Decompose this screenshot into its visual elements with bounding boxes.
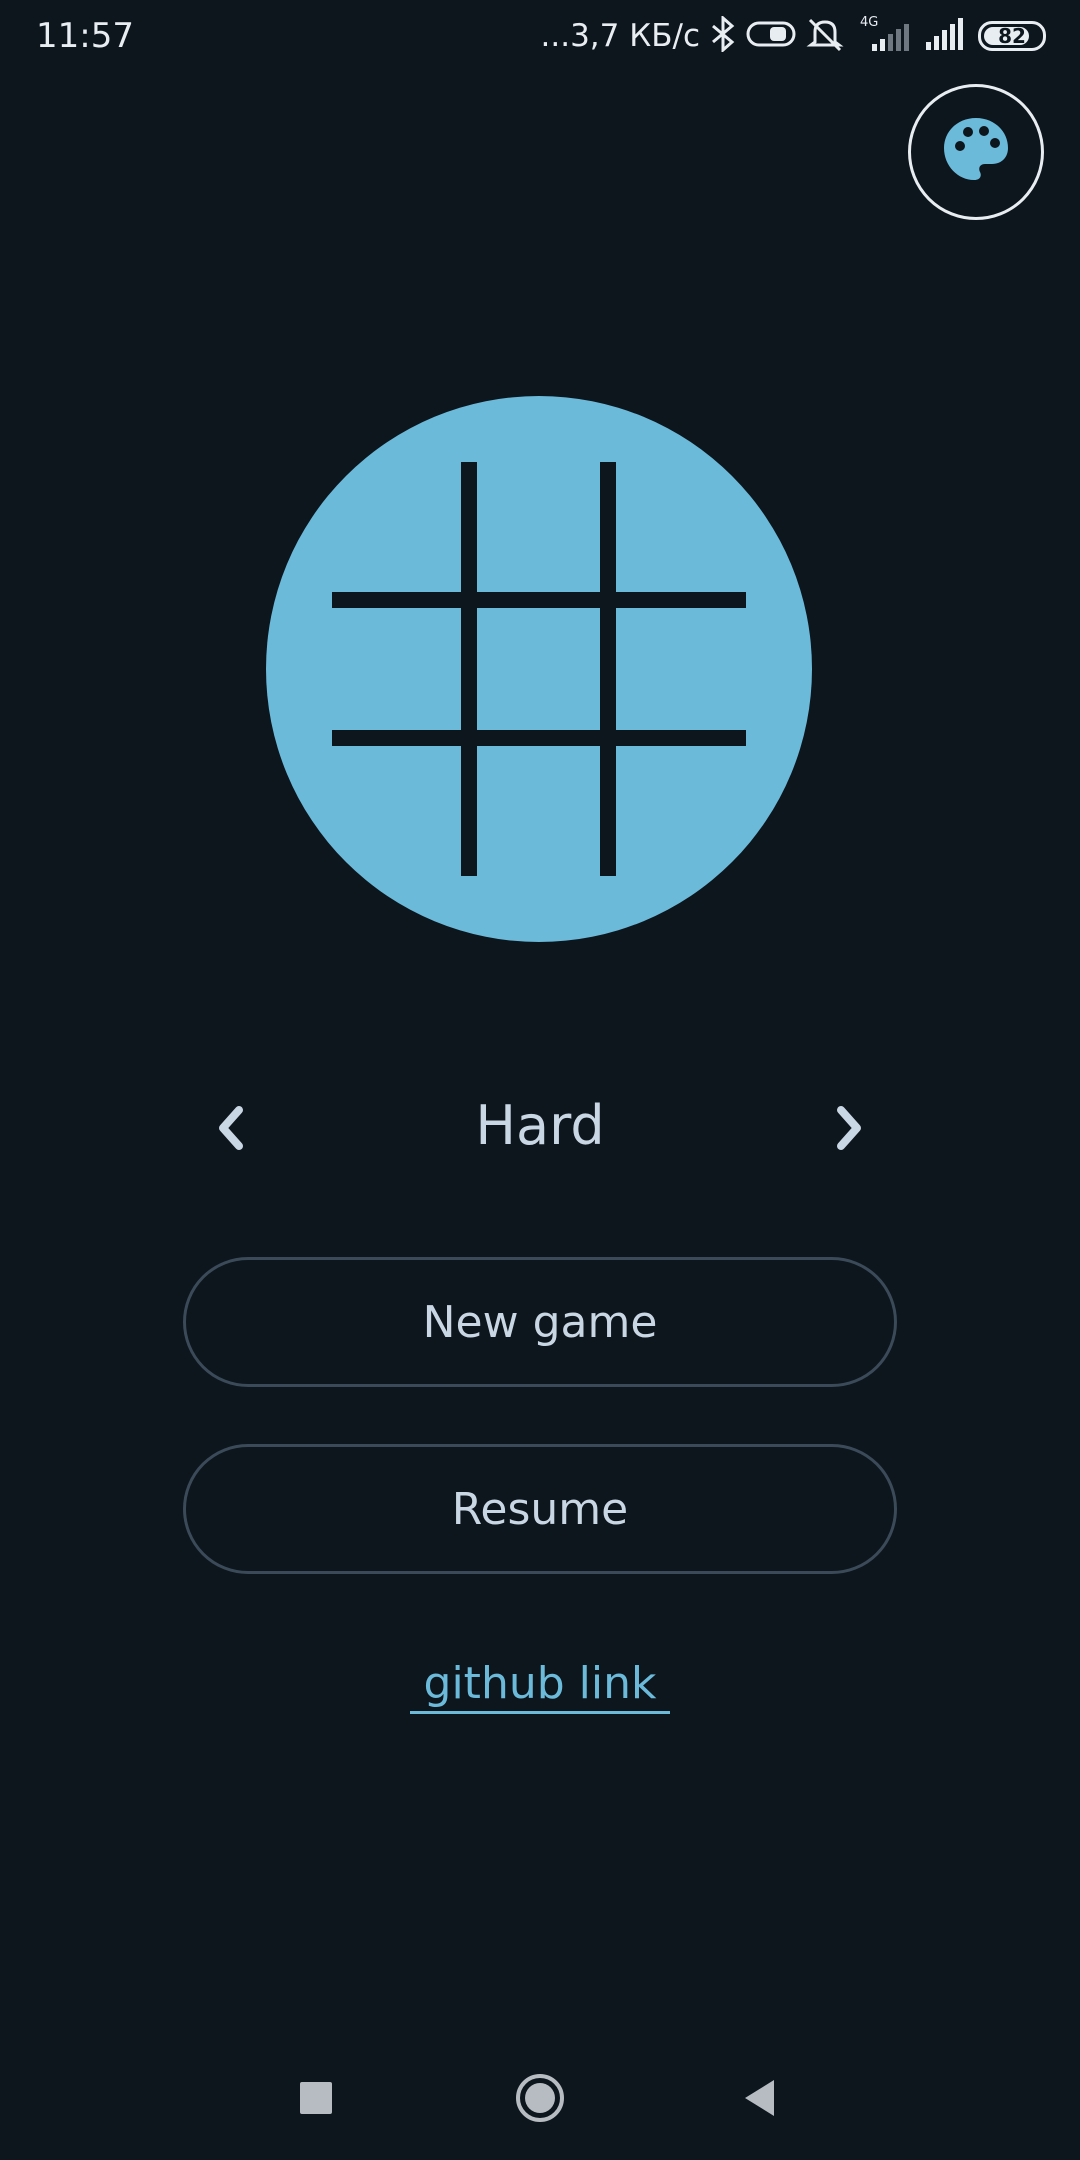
signal-4g-icon: 4G xyxy=(854,14,914,58)
github-link-container: github link xyxy=(0,1658,1080,1714)
circle-icon xyxy=(514,2072,566,2128)
tic-tac-toe-grid-icon xyxy=(266,396,812,942)
grid-line xyxy=(332,730,746,746)
grid-line xyxy=(332,592,746,608)
toggle-icon xyxy=(746,19,796,53)
battery-icon: 82 xyxy=(978,21,1046,51)
signal-icon xyxy=(924,16,968,56)
chevron-left-icon xyxy=(213,1104,247,1156)
recents-button[interactable] xyxy=(286,2070,346,2130)
status-bar: 11:57 ...3,7 КБ/с 4G 82 xyxy=(0,0,1080,75)
back-button[interactable] xyxy=(730,2070,790,2130)
network-type-label: 4G xyxy=(860,15,878,30)
triangle-back-icon xyxy=(742,2078,778,2122)
square-icon xyxy=(299,2081,333,2119)
github-link[interactable]: github link xyxy=(409,1658,671,1714)
grid-line xyxy=(600,462,616,876)
bluetooth-icon xyxy=(710,14,736,56)
difficulty-label: Hard xyxy=(475,1094,605,1157)
next-difficulty-button[interactable] xyxy=(820,1100,880,1160)
status-icons: ...3,7 КБ/с 4G 82 xyxy=(541,14,1046,58)
difficulty-selector: Hard xyxy=(190,1080,890,1180)
status-time: 11:57 xyxy=(36,16,134,56)
previous-difficulty-button[interactable] xyxy=(200,1100,260,1160)
mute-icon xyxy=(806,16,844,56)
new-game-button[interactable]: New game xyxy=(183,1257,897,1387)
battery-level: 82 xyxy=(998,24,1026,48)
resume-button[interactable]: Resume xyxy=(183,1444,897,1574)
network-speed: ...3,7 КБ/с xyxy=(540,18,700,54)
chevron-right-icon xyxy=(833,1104,867,1156)
palette-icon xyxy=(940,114,1012,190)
home-button[interactable] xyxy=(510,2070,570,2130)
grid-line xyxy=(461,462,477,876)
theme-button[interactable] xyxy=(908,84,1044,220)
navigation-bar xyxy=(0,2040,1080,2150)
